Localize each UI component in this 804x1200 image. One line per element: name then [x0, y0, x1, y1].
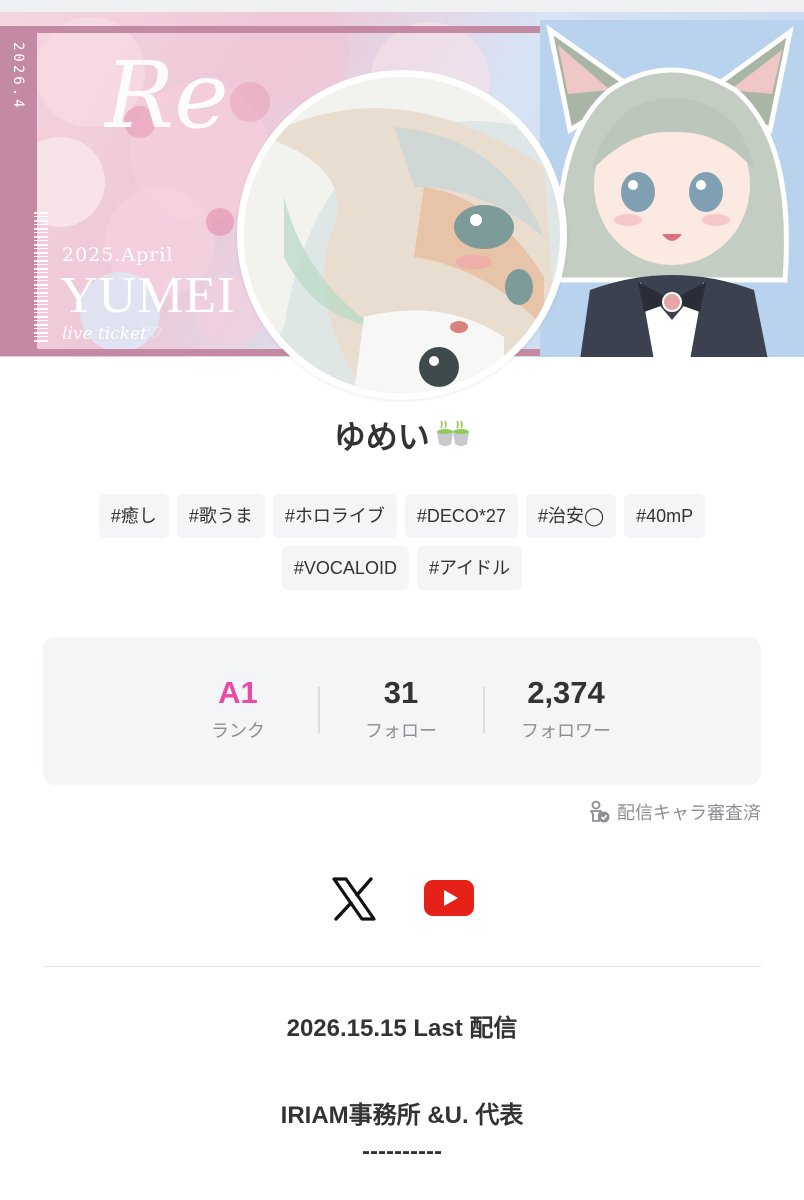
bio-line-2: IRIAM事務所 &U. 代表 — [280, 1102, 524, 1129]
verified-badge: 配信キャラ審査済 — [587, 799, 761, 825]
ticket-date: 2025.April — [62, 244, 174, 266]
follower-count: 2,374 — [527, 675, 605, 710]
follow-stat[interactable]: 31 フォロー — [336, 673, 466, 743]
bio-line-1: 2026.15.15 Last 配信 — [286, 1015, 518, 1042]
social-links — [0, 870, 804, 930]
profile-name: ゆめい — [333, 419, 430, 455]
bio-line-3: ---------- — [362, 1138, 442, 1165]
tag-chip[interactable]: #VOCALOID — [281, 546, 409, 590]
tag-chip[interactable]: #歌うま — [176, 494, 265, 538]
profile-avatar[interactable] — [237, 70, 567, 400]
profile-name-row: ゆめい — [0, 412, 804, 458]
x-icon[interactable] — [330, 876, 378, 922]
follower-label: フォロワー — [521, 721, 611, 741]
tag-chip[interactable]: #治安◯ — [525, 494, 617, 538]
tag-chip[interactable]: #DECO*27 — [404, 494, 518, 538]
barcode — [34, 212, 48, 342]
rank-stat[interactable]: A1 ランク — [173, 673, 303, 743]
rank-value: A1 — [218, 675, 258, 710]
ticket-title: YUMEI — [60, 267, 236, 324]
tea-cups-icon — [437, 420, 470, 446]
script-lettering: Re — [105, 42, 229, 149]
verified-text: 配信キャラ審査済 — [617, 803, 761, 823]
section-divider — [43, 966, 761, 967]
tag-chip[interactable]: #ホロライブ — [272, 494, 397, 538]
banner-character-illustration — [540, 20, 804, 357]
stat-divider — [318, 687, 320, 733]
tag-chip[interactable]: #癒し — [98, 494, 169, 538]
stat-divider — [483, 687, 485, 733]
tag-chip[interactable]: #40mP — [624, 494, 706, 538]
avatar-illustration — [244, 77, 560, 393]
profile-stats-card: A1 ランク 31 フォロー 2,374 フォロワー — [43, 637, 761, 785]
follower-stat[interactable]: 2,374 フォロワー — [501, 673, 631, 743]
tag-list: #癒し #歌うま #ホロライブ #DECO*27 #治安◯ #40mP #VOC… — [40, 494, 764, 590]
tag-chip[interactable]: #アイドル — [416, 546, 523, 590]
ticket-subtitle: live ticket♡ — [62, 324, 163, 344]
ticket-stub: 2026.4 — [0, 26, 30, 356]
rank-label: ランク — [211, 721, 265, 741]
follow-count: 31 — [383, 675, 419, 710]
follow-label: フォロー — [365, 721, 437, 741]
youtube-icon[interactable] — [424, 880, 474, 916]
ticket-stub-date: 2026.4 — [10, 42, 26, 111]
top-status-strip — [0, 0, 804, 12]
verified-character-icon — [590, 800, 610, 823]
